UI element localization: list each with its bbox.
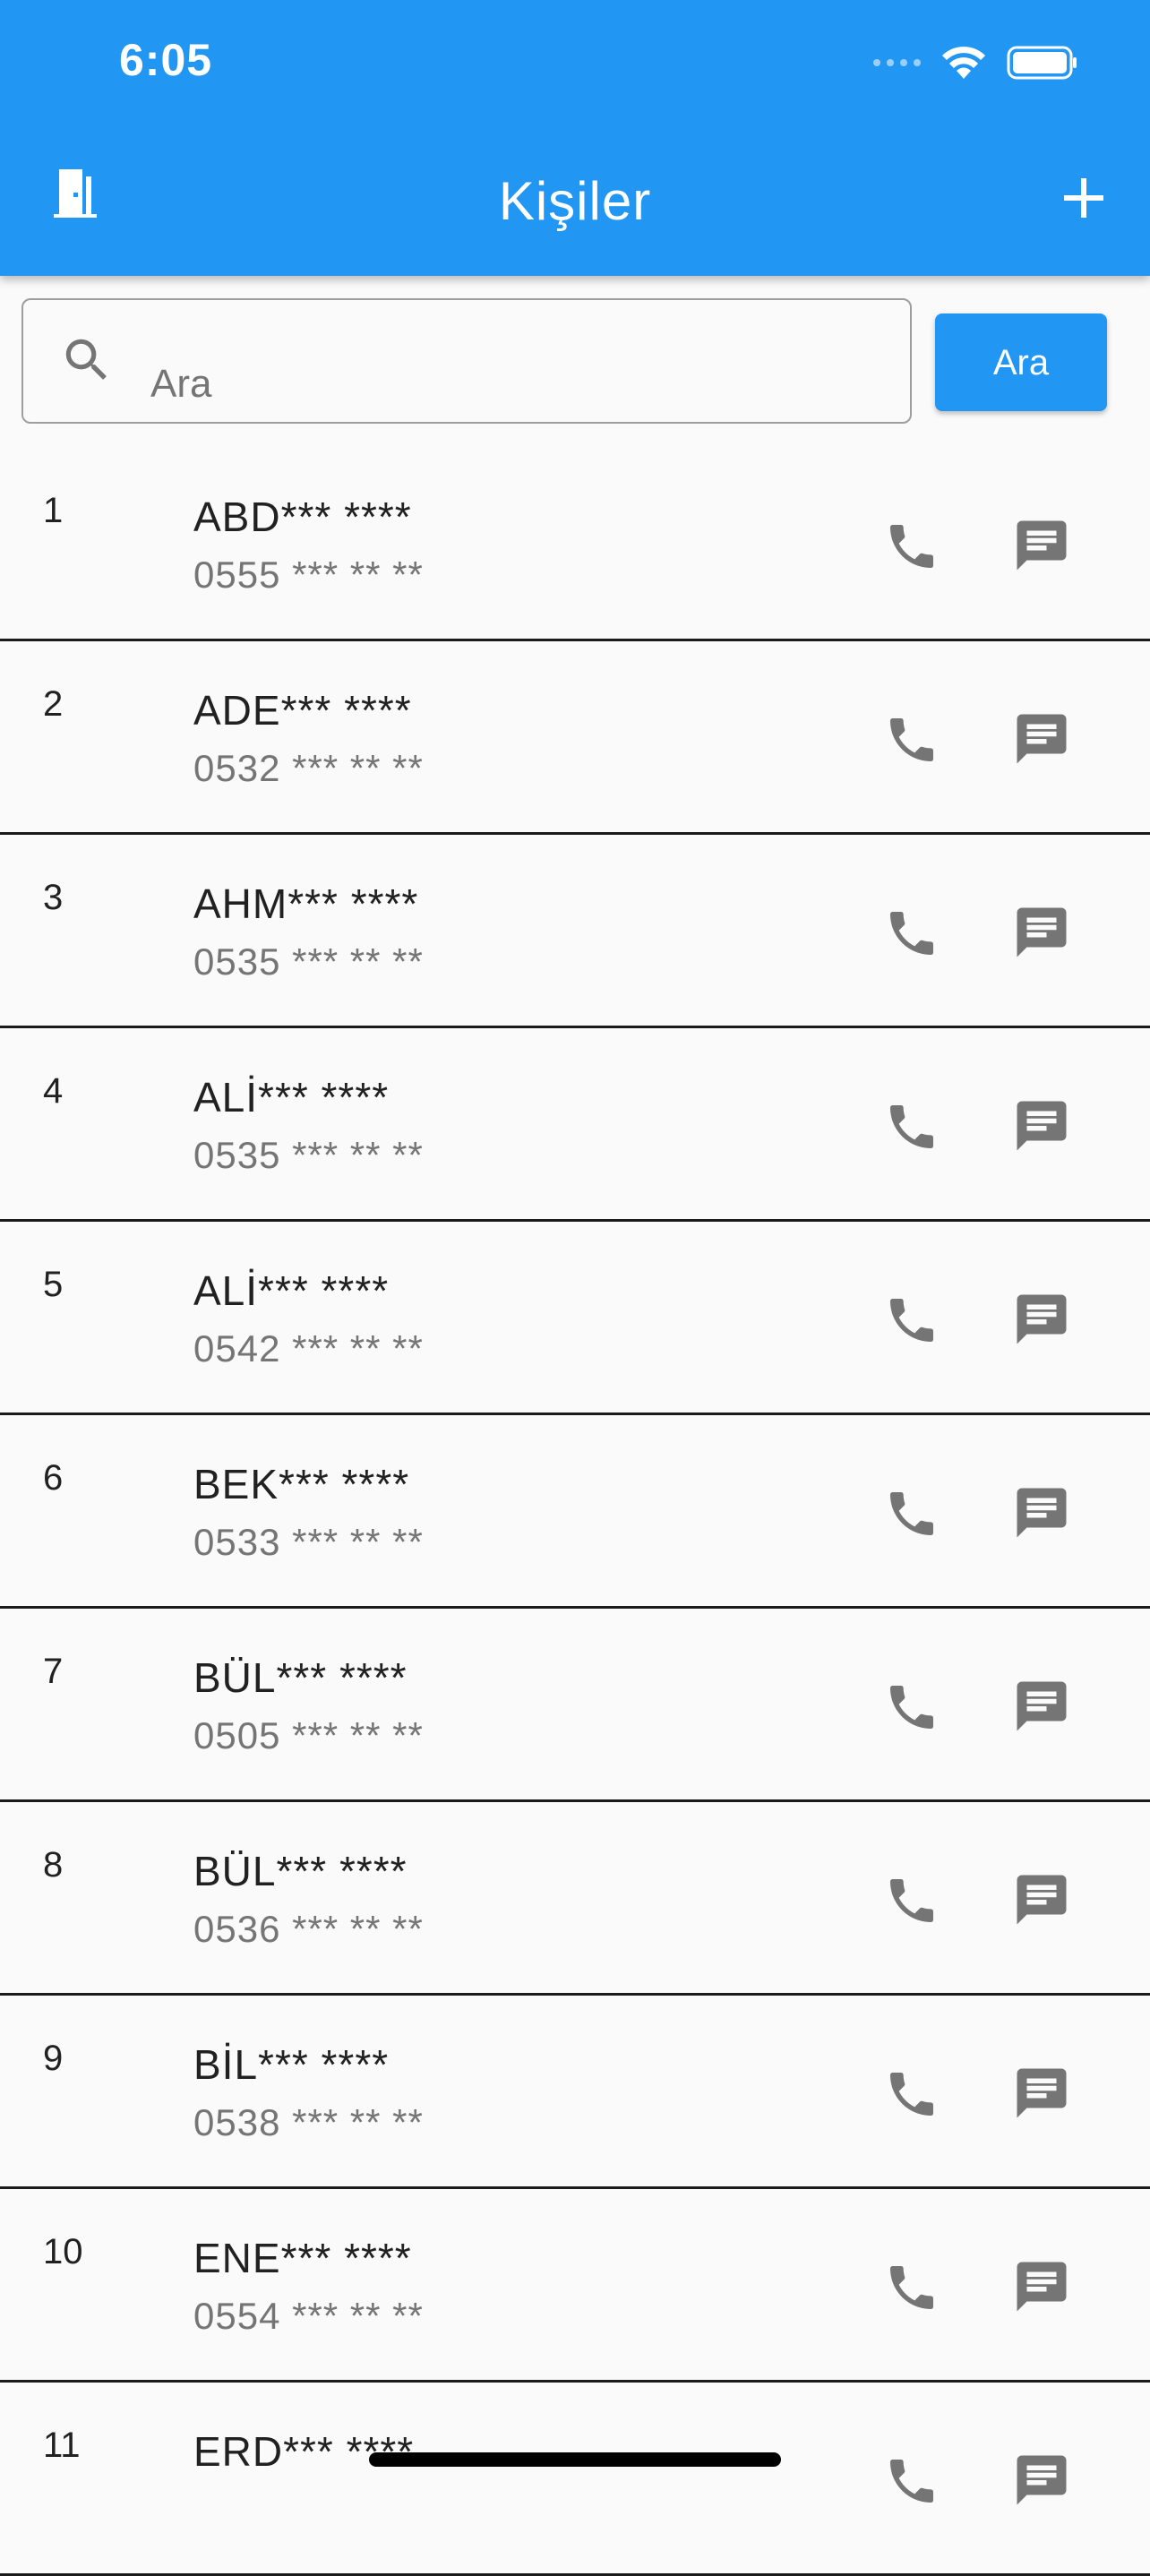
contact-phone: 0533 *** ** ** [193, 1521, 424, 1563]
contact-name: ADE*** **** [193, 687, 412, 734]
phone-icon[interactable] [883, 1679, 940, 1736]
message-icon[interactable] [1012, 1677, 1071, 1736]
contact-name: ABD*** **** [193, 494, 412, 540]
contact-row[interactable]: 2 ADE*** **** 0532 *** ** ** [0, 641, 1150, 835]
phone-icon[interactable] [883, 711, 940, 769]
contact-index: 1 [43, 491, 64, 530]
home-indicator [369, 2452, 781, 2467]
page-title: Kişiler [498, 171, 652, 231]
contact-index: 2 [43, 684, 64, 724]
battery-icon [1007, 46, 1077, 80]
contact-index: 3 [43, 878, 64, 917]
contact-name: BÜL*** **** [193, 1654, 408, 1701]
contact-index: 9 [43, 2039, 64, 2078]
contact-index: 4 [43, 1071, 64, 1111]
contact-index: 11 [43, 2426, 81, 2465]
contact-phone: 0555 *** ** ** [193, 554, 424, 596]
phone-icon[interactable] [883, 2452, 940, 2510]
contact-index: 8 [43, 1845, 64, 1885]
contact-row[interactable]: 4 ALİ*** **** 0535 *** ** ** [0, 1028, 1150, 1222]
contact-row[interactable]: 1 ABD*** **** 0555 *** ** ** [0, 448, 1150, 641]
contact-name: BEK*** **** [193, 1461, 410, 1507]
contact-index: 6 [43, 1458, 64, 1498]
contact-phone: 0532 *** ** ** [193, 747, 424, 789]
status-icons [873, 45, 1078, 81]
contact-phone: 0505 *** ** ** [193, 1714, 424, 1756]
plus-icon[interactable] [1059, 173, 1109, 223]
search-input[interactable] [150, 357, 849, 411]
contact-name: ALİ*** **** [193, 1267, 390, 1314]
phone-icon[interactable] [883, 1485, 940, 1542]
message-icon[interactable] [1012, 903, 1071, 962]
contact-row[interactable]: 9 BİL*** **** 0538 *** ** ** [0, 1996, 1150, 2189]
contact-phone: 0536 *** ** ** [193, 1908, 424, 1950]
contact-index: 7 [43, 1652, 64, 1691]
contact-name: BİL*** **** [193, 2041, 390, 2088]
contact-row[interactable]: 7 BÜL*** **** 0505 *** ** ** [0, 1609, 1150, 1802]
message-icon[interactable] [1012, 2064, 1071, 2123]
phone-icon[interactable] [883, 518, 940, 575]
cellular-signal-icon [873, 59, 921, 66]
phone-icon[interactable] [883, 2259, 940, 2316]
search-icon [65, 339, 107, 380]
message-icon[interactable] [1012, 516, 1071, 575]
message-icon[interactable] [1012, 709, 1071, 769]
contact-phone: 0554 *** ** ** [193, 2295, 424, 2337]
message-icon[interactable] [1012, 1290, 1071, 1349]
phone-icon[interactable] [883, 2065, 940, 2123]
contact-row[interactable]: 10 ENE*** **** 0554 *** ** ** [0, 2189, 1150, 2383]
message-icon[interactable] [1012, 2257, 1071, 2316]
message-icon[interactable] [1012, 1483, 1071, 1542]
search-button[interactable]: Ara [935, 313, 1107, 411]
message-icon[interactable] [1012, 2451, 1071, 2510]
wifi-icon [942, 47, 985, 79]
message-icon[interactable] [1012, 1870, 1071, 1929]
contact-row[interactable]: 5 ALİ*** **** 0542 *** ** ** [0, 1222, 1150, 1415]
contact-phone: 0542 *** ** ** [193, 1327, 424, 1370]
contact-index: 10 [43, 2232, 83, 2271]
search-field[interactable] [21, 298, 912, 424]
status-time: 6:05 [119, 35, 213, 85]
contact-row[interactable]: 11 ERD*** **** [0, 2383, 1150, 2576]
contact-phone: 0538 *** ** ** [193, 2101, 424, 2143]
contact-row[interactable]: 6 BEK*** **** 0533 *** ** ** [0, 1415, 1150, 1609]
message-icon[interactable] [1012, 1096, 1071, 1155]
contact-list: 1 ABD*** **** 0555 *** ** ** 2 ADE*** **** 05… [0, 448, 1150, 2576]
contact-name: AHM*** **** [193, 880, 419, 927]
contact-name: ALİ*** **** [193, 1074, 390, 1121]
contact-index: 5 [43, 1265, 64, 1304]
phone-icon[interactable] [883, 1872, 940, 1929]
contact-name: ERD*** **** [193, 2428, 415, 2475]
contact-name: BÜL*** **** [193, 1848, 408, 1894]
phone-icon[interactable] [883, 1098, 940, 1155]
app-bar: 6:05 Kişiler [0, 0, 1150, 276]
contact-row[interactable]: 8 BÜL*** **** 0536 *** ** ** [0, 1802, 1150, 1996]
contact-name: ENE*** **** [193, 2235, 412, 2281]
contact-phone: 0535 *** ** ** [193, 1134, 424, 1176]
phone-icon[interactable] [883, 905, 940, 962]
contact-phone: 0535 *** ** ** [193, 940, 424, 983]
contact-row[interactable]: 3 AHM*** **** 0535 *** ** ** [0, 835, 1150, 1028]
phone-icon[interactable] [883, 1292, 940, 1349]
